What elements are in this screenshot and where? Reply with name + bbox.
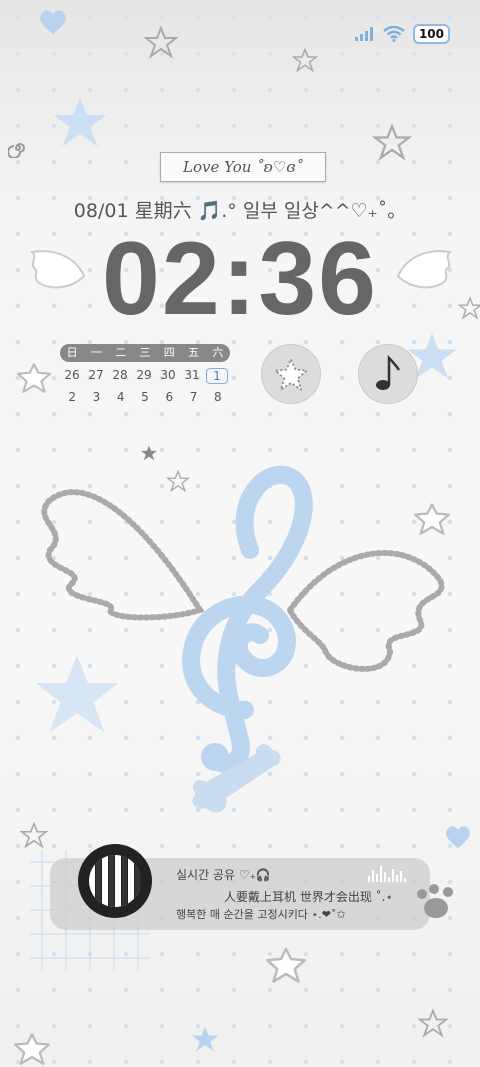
weekday-label: 四 (163, 346, 175, 359)
star-shortcut-button[interactable] (261, 344, 321, 404)
music-title: 실시간 공유 ♡₊🎧 (176, 868, 271, 882)
star-icon (191, 1026, 219, 1052)
lockscreen-date: 08/01 星期六 🎵.° 일부 일상^^♡₊˚。 (73, 200, 407, 222)
heart-icon (40, 10, 66, 34)
star-icon (292, 48, 318, 72)
star-icon (14, 1033, 50, 1065)
weekday-label: 二 (115, 346, 127, 359)
calendar-day: 6 (165, 390, 174, 404)
star-icon (372, 124, 412, 160)
calendar-week-row: 2 3 4 5 6 7 8 (60, 390, 230, 404)
star-icon (274, 358, 308, 391)
music-note-icon (376, 354, 401, 390)
calendar-day: 2 (68, 390, 76, 404)
piano-keys-art (89, 855, 141, 907)
calendar-day: 27 (88, 368, 104, 382)
calendar-widget[interactable]: 日 一 二 三 四 五 六 26 27 28 29 30 31 1 2 3 4 … (60, 344, 230, 404)
calendar-day: 31 (184, 368, 200, 382)
calendar-week-row: 26 27 28 29 30 31 1 (60, 368, 230, 384)
calendar-day: 30 (160, 368, 176, 382)
calendar-day: 5 (141, 390, 149, 404)
love-you-tag: Love You ˚ʚ♡ɞ˚ (160, 152, 326, 182)
paw-icon (417, 884, 453, 918)
wing-icon (396, 250, 453, 289)
status-bar: 100 (354, 24, 450, 44)
star-icon (418, 1008, 448, 1038)
calendar-day: 4 (116, 390, 125, 404)
music-lyrics-line: 人要戴上耳机 世界才会出现 ˚.⋆ (224, 890, 393, 904)
weekday-label: 五 (188, 346, 200, 359)
calendar-day: 7 (189, 390, 198, 404)
wifi-icon (383, 26, 405, 42)
star-icon (266, 947, 306, 983)
weekday-label: 六 (212, 346, 224, 359)
calendar-day: 8 (214, 390, 222, 404)
star-icon (144, 26, 178, 58)
battery-level: 100 (412, 24, 450, 44)
calendar-day: 29 (136, 368, 152, 382)
album-art-disc[interactable] (78, 844, 152, 918)
calendar-weekdays: 日 一 二 三 四 五 六 (60, 344, 230, 362)
weekday-label: 日 (66, 346, 78, 359)
bone-icon (192, 744, 281, 813)
calendar-day: 28 (112, 368, 128, 382)
music-lyrics-line: 행복한 매 순간을 고정시키다 ⋆.❤˚✩ (176, 908, 346, 921)
signal-icon (354, 27, 373, 41)
weekday-label: 三 (139, 346, 151, 359)
star-icon (53, 97, 107, 147)
equalizer-icon (368, 862, 406, 882)
star-icon (17, 363, 51, 393)
calendar-day-today: 1 (206, 368, 228, 384)
swirl-icon (8, 143, 25, 158)
calendar-day: 3 (92, 390, 101, 404)
music-shortcut-button[interactable] (358, 344, 418, 404)
weekday-label: 一 (90, 346, 102, 359)
calendar-day: 26 (64, 368, 80, 382)
